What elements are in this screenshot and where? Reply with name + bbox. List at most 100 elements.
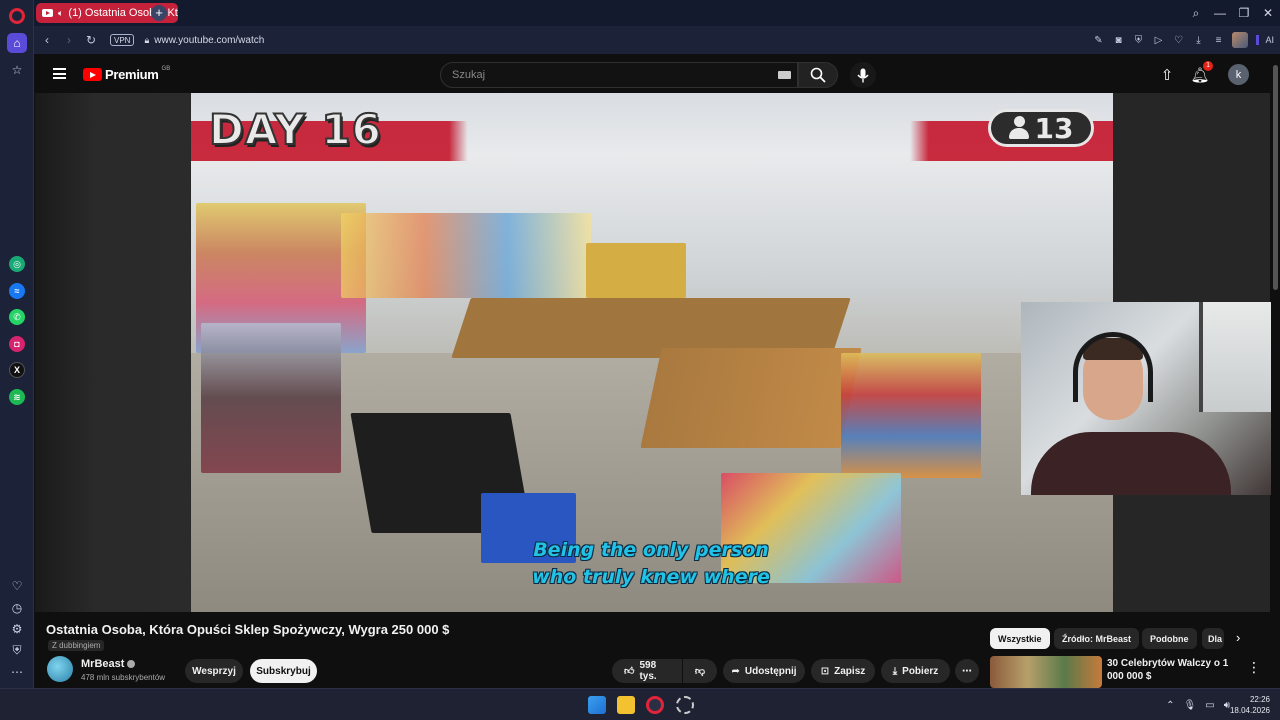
join-label: Wesprzyj xyxy=(192,665,236,677)
youtube-logo[interactable]: Premium GB xyxy=(83,65,171,82)
whatsapp-icon[interactable]: ✆ xyxy=(9,309,25,325)
profile-avatar[interactable] xyxy=(1232,32,1249,48)
save-button[interactable]: ⊡ Zapisz xyxy=(811,659,875,683)
scrollbar-thumb[interactable] xyxy=(1273,65,1278,290)
tray-chevron-icon[interactable]: ⌃ xyxy=(1166,700,1174,711)
video-frame[interactable]: DAY 16 13 Being the only person who trul… xyxy=(191,93,1113,612)
back-icon[interactable]: ‹ xyxy=(36,33,58,47)
vpn-badge[interactable]: VPN xyxy=(110,34,135,46)
voice-search-button[interactable] xyxy=(850,62,876,88)
webcam-person-shirt xyxy=(1031,432,1231,495)
download-label: Pobierz xyxy=(902,665,939,677)
opera-taskbar-icon[interactable] xyxy=(646,696,664,714)
star-icon[interactable]: ☆ xyxy=(7,60,27,80)
clock-date: 18.04.2026 xyxy=(1229,706,1270,715)
x-icon[interactable]: X xyxy=(9,362,25,378)
edit-icon[interactable]: ✎ xyxy=(1092,35,1104,46)
ai-button[interactable]: AI xyxy=(1256,35,1274,45)
history-icon[interactable]: ◷ xyxy=(7,598,27,618)
recommendation-menu-icon[interactable]: ⋮ xyxy=(1247,659,1261,676)
page-scrollbar[interactable] xyxy=(1271,55,1280,688)
download-arrow-icon: ⤓ xyxy=(892,665,898,677)
chip-for-you[interactable]: Dla xyxy=(1202,628,1224,649)
webcam-window-background xyxy=(1199,302,1280,412)
logo-country: GB xyxy=(161,65,171,72)
channel-name-row[interactable]: MrBeast xyxy=(81,658,136,670)
person-icon xyxy=(1008,116,1029,140)
more-horizontal-icon: ⋯ xyxy=(962,665,972,677)
close-button[interactable]: ✕ xyxy=(1256,6,1280,20)
settings-icon[interactable]: ⚙ xyxy=(7,619,27,639)
opera-logo-icon[interactable] xyxy=(9,8,25,24)
reload-icon[interactable]: ↻ xyxy=(80,33,102,47)
thumbs-up-icon: 👍︎ xyxy=(624,666,635,677)
new-tab-button[interactable]: + xyxy=(151,5,167,21)
camera-icon[interactable]: ◙ xyxy=(1112,35,1124,46)
dislike-button[interactable]: 👎︎ xyxy=(683,659,717,683)
chips-next-icon[interactable]: › xyxy=(1236,630,1240,645)
instagram-icon[interactable]: ◘ xyxy=(9,336,25,352)
download-icon[interactable]: ⤓ xyxy=(1192,35,1204,46)
shield-icon[interactable]: ⛨ xyxy=(7,640,27,660)
join-button[interactable]: Wesprzyj xyxy=(185,659,243,683)
dubbing-label: Z dubbingiem xyxy=(52,641,101,650)
tray-mic-icon[interactable]: 🎙︎ xyxy=(1184,700,1197,711)
chip-source[interactable]: Źródło: MrBeast xyxy=(1054,628,1140,649)
cash-display xyxy=(586,243,686,298)
taskbar-clock[interactable]: 22:26 18.04.2026 xyxy=(1230,694,1270,716)
more-actions-button[interactable]: ⋯ xyxy=(955,659,979,683)
clock-time: 22:26 xyxy=(1249,695,1270,704)
like-button[interactable]: 👍︎ 598 tys. xyxy=(612,659,682,683)
messenger-icon[interactable]: ≈ xyxy=(9,283,25,299)
windows-start-icon[interactable] xyxy=(588,696,606,714)
home-icon[interactable]: ⌂ xyxy=(7,33,27,53)
maximize-button[interactable]: ❐ xyxy=(1232,6,1256,20)
channel-name[interactable]: MrBeast xyxy=(81,658,124,670)
play-icon[interactable]: ▷ xyxy=(1152,35,1164,46)
windows-taskbar: ⌃ 🎙︎ ▭ 🔊︎ 22:26 18.04.2026 xyxy=(0,688,1280,720)
opera-sidebar: ⌂ ☆ ◎ ≈ ✆ ◘ X ≋ ♡ ◷ ⚙ ⛨ ⋯ xyxy=(0,0,34,688)
tab-strip: 🔈︎ (1) Ostatnia Osoba, Kt + ⌕ — ❐ ✕ xyxy=(34,0,1280,26)
search-tabs-icon[interactable]: ⌕ xyxy=(1184,6,1208,21)
menu-icon[interactable]: ≡ xyxy=(1212,35,1224,46)
youtube-logo-icon xyxy=(83,68,102,81)
lock-icon: 🔒︎ xyxy=(144,34,150,45)
heart-icon[interactable]: ♡ xyxy=(7,576,27,596)
heart-outline-icon[interactable]: ♡ xyxy=(1172,35,1184,46)
speaker-icon[interactable]: 🔈︎ xyxy=(58,8,63,19)
subscribe-button[interactable]: Subskrybuj xyxy=(250,659,317,683)
share-button[interactable]: ➦ Udostępnij xyxy=(723,659,805,683)
shelf-middle xyxy=(341,213,591,298)
search-placeholder: Szukaj xyxy=(452,69,486,81)
account-avatar[interactable]: k xyxy=(1228,64,1249,85)
channel-avatar[interactable] xyxy=(47,656,73,682)
chatgpt-icon[interactable]: ◎ xyxy=(9,256,25,272)
participants-counter: 13 xyxy=(988,109,1094,147)
file-explorer-icon[interactable] xyxy=(617,696,635,714)
spotify-icon[interactable]: ≋ xyxy=(9,389,25,405)
search-input[interactable]: Szukaj xyxy=(440,62,798,88)
search-button[interactable] xyxy=(798,62,838,88)
address-toolbar: ✎ ◙ ⛨ ▷ ♡ ⤓ ≡ AI xyxy=(1092,26,1274,54)
save-label: Zapisz xyxy=(834,665,866,677)
recommendation-thumbnail[interactable] xyxy=(990,656,1102,688)
search-icon xyxy=(810,67,826,83)
more-icon[interactable]: ⋯ xyxy=(7,662,27,682)
upload-icon[interactable]: ⇧ xyxy=(1156,64,1178,86)
adblock-icon[interactable]: ⛨ xyxy=(1132,35,1144,46)
recommendation-title[interactable]: 30 Celebrytów Walczy o 1 000 000 $ xyxy=(1107,657,1237,683)
notifications-bell-icon[interactable]: 🔔︎ 1 xyxy=(1189,61,1213,86)
day-overlay: DAY 16 xyxy=(208,104,382,155)
like-count: 598 tys. xyxy=(639,660,657,682)
url-field[interactable]: 🔒︎ www.youtube.com/watch xyxy=(144,35,264,46)
app-taskbar-icon[interactable] xyxy=(676,696,694,714)
chip-similar[interactable]: Podobne xyxy=(1142,628,1197,649)
download-button[interactable]: ⤓ Pobierz xyxy=(881,659,950,683)
tray-display-icon[interactable]: ▭ xyxy=(1205,700,1214,711)
minimize-button[interactable]: — xyxy=(1208,6,1232,20)
hamburger-menu-icon[interactable] xyxy=(53,68,66,79)
chip-all[interactable]: Wszystkie xyxy=(990,628,1050,649)
keyboard-icon[interactable] xyxy=(778,71,791,79)
forward-icon[interactable]: › xyxy=(58,33,80,47)
subtitle-line-2: who truly knew where xyxy=(532,566,770,588)
